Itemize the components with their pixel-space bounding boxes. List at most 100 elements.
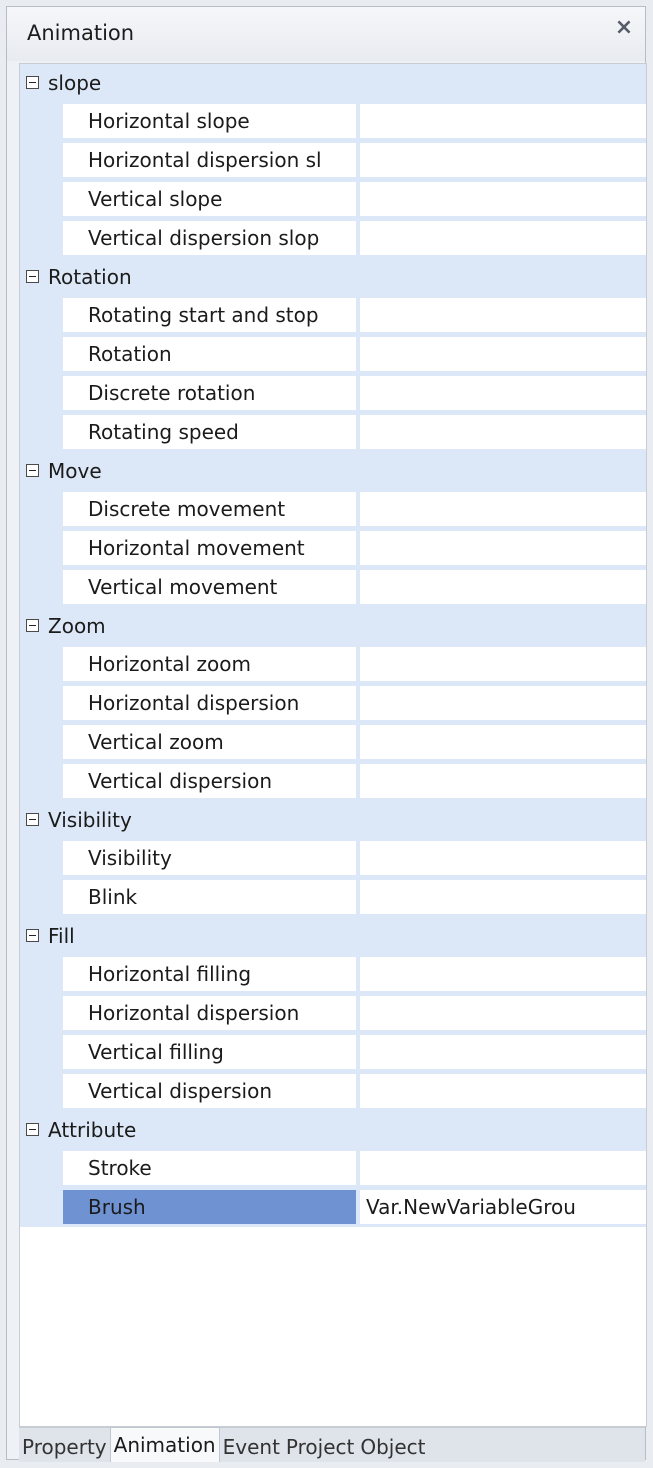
property-row[interactable]: Horizontal dispersion sl <box>20 141 646 180</box>
property-row[interactable]: Stroke <box>20 1149 646 1188</box>
tab-property[interactable]: Property <box>19 1432 110 1462</box>
animation-panel: Animation × slope Horizontal slope Horizon… <box>6 6 647 1462</box>
category-visibility[interactable]: Visibility <box>20 801 646 839</box>
property-grid: slope Horizontal slope Horizontal dispersi… <box>19 63 647 1427</box>
property-row[interactable]: Vertical dispersion <box>20 762 646 801</box>
panel-title: Animation <box>27 21 135 45</box>
property-row[interactable]: Vertical zoom <box>20 723 646 762</box>
property-row[interactable]: Rotation <box>20 335 646 374</box>
tab-object[interactable]: Object <box>357 1432 428 1462</box>
property-row[interactable]: Vertical slope <box>20 180 646 219</box>
property-name[interactable]: Horizontal slope <box>63 104 356 138</box>
category-label: Move <box>48 459 102 483</box>
category-slope[interactable]: slope <box>20 64 646 102</box>
tab-event[interactable]: Event <box>220 1432 283 1462</box>
property-row[interactable]: Brush Var.NewVariableGrou <box>20 1188 646 1227</box>
property-value-field[interactable] <box>360 1151 646 1185</box>
collapse-icon[interactable] <box>26 619 39 632</box>
property-row[interactable]: Discrete rotation <box>20 374 646 413</box>
property-name[interactable]: Vertical slope <box>63 182 356 216</box>
category-move[interactable]: Move <box>20 452 646 490</box>
property-name[interactable]: Horizontal dispersion sl <box>63 143 356 177</box>
property-row[interactable]: Rotating start and stop <box>20 296 646 335</box>
property-name[interactable]: Horizontal dispersion <box>63 686 356 720</box>
property-value-field[interactable] <box>360 492 646 526</box>
property-value-field[interactable] <box>360 221 646 255</box>
property-name[interactable]: Vertical dispersion slop <box>63 221 356 255</box>
property-value-field[interactable] <box>360 996 646 1030</box>
property-value-field[interactable] <box>360 725 646 759</box>
property-name[interactable]: Blink <box>63 880 356 914</box>
collapse-icon[interactable] <box>26 76 39 89</box>
property-value-field[interactable] <box>360 764 646 798</box>
category-label: Fill <box>48 924 75 948</box>
category-label: Rotation <box>48 265 132 289</box>
property-value-field[interactable] <box>360 143 646 177</box>
collapse-icon[interactable] <box>26 270 39 283</box>
property-row[interactable]: Rotating speed <box>20 413 646 452</box>
property-name[interactable]: Vertical filling <box>63 1035 356 1069</box>
property-value-field[interactable] <box>360 686 646 720</box>
tab-project[interactable]: Project <box>283 1432 357 1462</box>
property-value-field[interactable] <box>360 298 646 332</box>
property-value-field[interactable] <box>360 880 646 914</box>
collapse-icon[interactable] <box>26 464 39 477</box>
property-value-field[interactable] <box>360 104 646 138</box>
property-row[interactable]: Horizontal slope <box>20 102 646 141</box>
panel-titlebar: Animation × <box>7 7 645 61</box>
collapse-icon[interactable] <box>26 813 39 826</box>
property-value-field[interactable] <box>360 570 646 604</box>
property-row[interactable]: Horizontal zoom <box>20 645 646 684</box>
property-value-field[interactable] <box>360 531 646 565</box>
property-value-field[interactable]: Var.NewVariableGrou <box>360 1190 646 1224</box>
category-label: Visibility <box>48 808 132 832</box>
category-label: Zoom <box>48 614 106 638</box>
property-value-field[interactable] <box>360 957 646 991</box>
category-label: Attribute <box>48 1118 137 1142</box>
property-name[interactable]: Discrete rotation <box>63 376 356 410</box>
category-fill[interactable]: Fill <box>20 917 646 955</box>
property-row[interactable]: Vertical movement <box>20 568 646 607</box>
collapse-icon[interactable] <box>26 929 39 942</box>
property-row[interactable]: Horizontal movement <box>20 529 646 568</box>
property-name[interactable]: Vertical dispersion <box>63 764 356 798</box>
property-value-field[interactable] <box>360 1074 646 1108</box>
property-row[interactable]: Vertical filling <box>20 1033 646 1072</box>
property-name[interactable]: Visibility <box>63 841 356 875</box>
property-value-field[interactable] <box>360 841 646 875</box>
category-rotation[interactable]: Rotation <box>20 258 646 296</box>
property-name[interactable]: Rotating start and stop <box>63 298 356 332</box>
close-icon[interactable]: × <box>611 15 637 41</box>
property-name[interactable]: Stroke <box>63 1151 356 1185</box>
property-name[interactable]: Horizontal zoom <box>63 647 356 681</box>
property-name[interactable]: Brush <box>63 1190 356 1224</box>
property-name[interactable]: Horizontal movement <box>63 531 356 565</box>
category-zoom[interactable]: Zoom <box>20 607 646 645</box>
property-row[interactable]: Blink <box>20 878 646 917</box>
property-name[interactable]: Horizontal filling <box>63 957 356 991</box>
property-name[interactable]: Vertical movement <box>63 570 356 604</box>
property-row[interactable]: Horizontal dispersion <box>20 994 646 1033</box>
property-value-field[interactable] <box>360 182 646 216</box>
property-value-field[interactable] <box>360 647 646 681</box>
property-row[interactable]: Discrete movement <box>20 490 646 529</box>
category-attribute[interactable]: Attribute <box>20 1111 646 1149</box>
property-name[interactable]: Rotation <box>63 337 356 371</box>
property-value-field[interactable] <box>360 376 646 410</box>
property-value-field[interactable] <box>360 415 646 449</box>
property-name[interactable]: Vertical dispersion <box>63 1074 356 1108</box>
property-row[interactable]: Vertical dispersion <box>20 1072 646 1111</box>
property-name[interactable]: Discrete movement <box>63 492 356 526</box>
property-row[interactable]: Vertical dispersion slop <box>20 219 646 258</box>
property-value-field[interactable] <box>360 1035 646 1069</box>
property-name[interactable]: Vertical zoom <box>63 725 356 759</box>
property-row[interactable]: Horizontal dispersion <box>20 684 646 723</box>
property-row[interactable]: Horizontal filling <box>20 955 646 994</box>
property-name[interactable]: Rotating speed <box>63 415 356 449</box>
tab-animation[interactable]: Animation <box>109 1427 220 1462</box>
collapse-icon[interactable] <box>26 1123 39 1136</box>
property-value-field[interactable] <box>360 337 646 371</box>
property-name[interactable]: Horizontal dispersion <box>63 996 356 1030</box>
category-label: slope <box>48 71 102 95</box>
property-row[interactable]: Visibility <box>20 839 646 878</box>
